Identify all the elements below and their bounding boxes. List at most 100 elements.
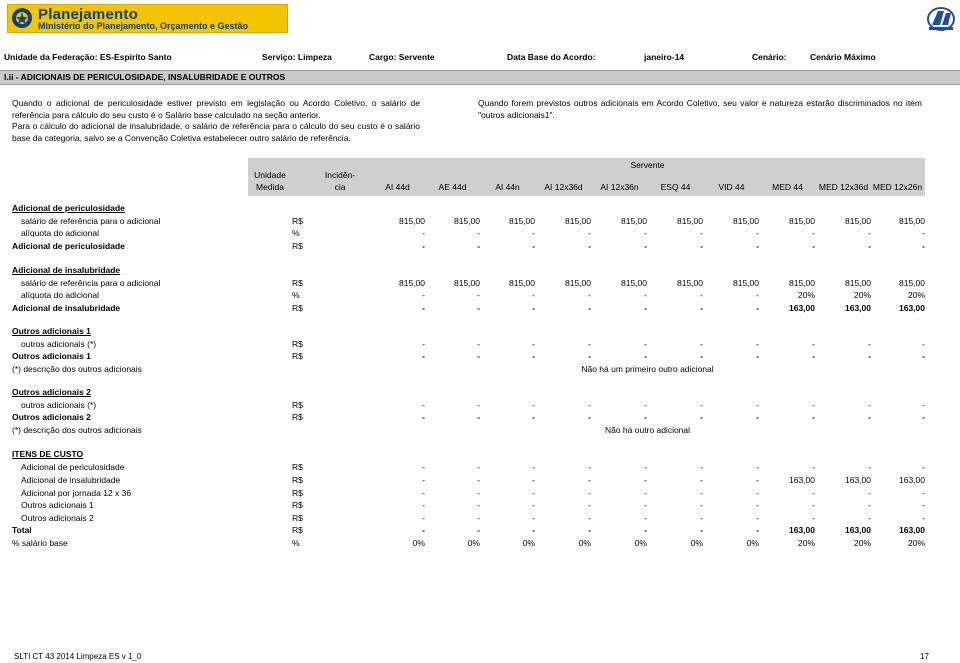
value-cell: -: [756, 412, 759, 422]
value-cell: -: [477, 488, 480, 498]
row-label: outros adicionais (*): [21, 400, 97, 410]
value-cell: -: [756, 525, 759, 535]
value-cell: 815,00: [899, 278, 925, 288]
value-cell: -: [422, 513, 425, 523]
value-cell: -: [532, 339, 535, 349]
page-number: 17: [920, 652, 929, 661]
value-cell: -: [700, 500, 703, 510]
column-header: ESQ 44: [660, 182, 691, 192]
value-cell: -: [588, 339, 591, 349]
value-cell: -: [588, 475, 591, 485]
value-cell: 163,00: [845, 525, 871, 535]
value-cell: 815,00: [677, 278, 703, 288]
value-cell: -: [477, 351, 480, 361]
row-label: Outros adicionais 1: [21, 500, 94, 510]
row-label: Adicional de periculosidade: [12, 203, 125, 213]
value-cell: -: [868, 462, 871, 472]
value-cell: 815,00: [845, 216, 871, 226]
value-cell: -: [422, 412, 425, 422]
value-cell: -: [644, 400, 647, 410]
value-cell: -: [756, 241, 759, 251]
value-cell: -: [868, 412, 871, 422]
value-cell: 0%: [467, 538, 480, 548]
row-unit: R$: [292, 462, 303, 472]
value-cell: -: [756, 290, 759, 300]
value-cell: 815,00: [733, 216, 759, 226]
value-cell: -: [756, 488, 759, 498]
value-cell: -: [812, 400, 815, 410]
value-cell: 0%: [746, 538, 759, 548]
value-cell: -: [532, 525, 535, 535]
value-cell: -: [588, 525, 591, 535]
value-cell: 815,00: [789, 216, 815, 226]
value-cell: -: [422, 525, 425, 535]
value-cell: -: [812, 500, 815, 510]
column-header: MED 44: [772, 182, 803, 192]
note-outros: Quando forem previstos outros adicionais…: [478, 98, 922, 120]
value-cell: -: [700, 303, 703, 313]
value-cell: -: [868, 351, 871, 361]
unit-header: Unidade Medida: [254, 170, 286, 192]
value-cell: -: [868, 339, 871, 349]
row-label: (*) descrição dos outros adicionais: [12, 425, 142, 435]
value-cell: -: [922, 351, 925, 361]
value-cell: -: [422, 339, 425, 349]
row-label: % salário base: [12, 538, 68, 548]
column-header: AI 12x36d: [544, 182, 583, 192]
planejamento-logo: Planejamento Ministério do Planejamento,…: [7, 4, 288, 33]
value-cell: 20%: [797, 538, 815, 548]
cargo-label: Cargo: Servente: [369, 52, 435, 62]
value-cell: 815,00: [789, 278, 815, 288]
row-unit: R$: [292, 303, 303, 313]
row-label: Outros adicionais 1: [12, 351, 91, 361]
value-cell: -: [812, 241, 815, 251]
value-cell: 815,00: [509, 216, 535, 226]
value-cell: -: [922, 241, 925, 251]
value-cell: 815,00: [621, 216, 647, 226]
row-label: ITENS DE CUSTO: [12, 449, 84, 459]
value-cell: -: [812, 412, 815, 422]
value-cell: -: [700, 462, 703, 472]
value-cell: -: [477, 525, 480, 535]
value-cell: -: [812, 351, 815, 361]
value-cell: -: [644, 500, 647, 510]
value-cell: -: [700, 488, 703, 498]
uf-label: Unidade da Federação: ES-Espirito Santo: [4, 52, 172, 62]
row-label: Outros adicionais 1: [12, 326, 91, 336]
value-cell: -: [477, 241, 480, 251]
value-cell: -: [588, 228, 591, 238]
value-cell: 163,00: [845, 303, 871, 313]
value-cell: -: [700, 475, 703, 485]
value-cell: -: [422, 290, 425, 300]
row-unit: R$: [292, 475, 303, 485]
value-cell: 815,00: [399, 216, 425, 226]
value-cell: 815,00: [454, 278, 480, 288]
row-unit: R$: [292, 351, 303, 361]
value-cell: -: [756, 339, 759, 349]
row-label: alíquota do adicional: [21, 290, 99, 300]
row-label: (*) descrição dos outros adicionais: [12, 364, 142, 374]
value-cell: -: [644, 513, 647, 523]
value-cell: 815,00: [733, 278, 759, 288]
note-periculosidade: Quando o adicional de periculosidade est…: [12, 98, 420, 120]
value-cell: -: [532, 400, 535, 410]
value-cell: 163,00: [845, 475, 871, 485]
row-label: Adicional de insalubridade: [12, 303, 121, 313]
value-cell: -: [477, 513, 480, 523]
column-header: MED 12x26n: [872, 182, 923, 192]
value-cell: -: [700, 241, 703, 251]
coat-of-arms-icon: [12, 8, 32, 28]
column-header: AI 44n: [495, 182, 520, 192]
value-cell: -: [588, 462, 591, 472]
value-cell: 815,00: [845, 278, 871, 288]
value-cell: 815,00: [899, 216, 925, 226]
value-cell: 815,00: [454, 216, 480, 226]
value-cell: -: [422, 488, 425, 498]
value-cell: 163,00: [789, 525, 815, 535]
value-cell: -: [588, 351, 591, 361]
value-cell: -: [868, 488, 871, 498]
value-cell: -: [588, 488, 591, 498]
row-unit: R$: [292, 241, 303, 251]
value-cell: -: [477, 400, 480, 410]
row-unit: R$: [292, 525, 303, 535]
